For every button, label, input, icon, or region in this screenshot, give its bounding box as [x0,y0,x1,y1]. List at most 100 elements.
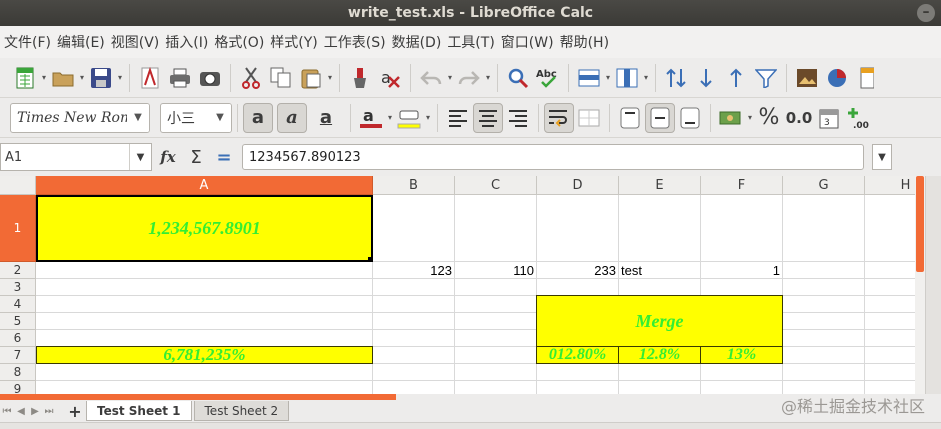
align-left-button[interactable] [443,103,473,133]
bold-button[interactable]: a [243,102,273,133]
row-header-2[interactable]: 2 [0,262,36,279]
save-dropdown-icon[interactable]: ▾ [116,63,124,93]
cell-c2[interactable]: 110 [455,262,536,278]
align-right-button[interactable] [503,103,533,133]
open-button[interactable] [48,63,78,93]
percent-format-button[interactable]: % [754,103,784,133]
expand-formula-button[interactable]: ▼ [872,144,892,170]
column-header-d[interactable]: D [537,176,619,195]
underline-button[interactable]: a [311,103,341,133]
menu-styles[interactable]: 样式(Y) [270,32,323,52]
column-header-e[interactable]: E [619,176,701,195]
cell-e2[interactable]: test [619,262,700,278]
column-header-g[interactable]: G [783,176,865,195]
currency-format-button[interactable] [716,103,746,133]
cell-f7[interactable]: 13% [700,346,783,364]
sheet-tab-test-sheet-2[interactable]: Test Sheet 2 [193,401,290,421]
menu-insert[interactable]: 插入(I) [165,32,214,52]
autofilter-button[interactable] [751,63,781,93]
print-preview-button[interactable] [195,63,225,93]
menu-window[interactable]: 窗口(W) [501,32,560,52]
redo-button[interactable] [454,63,484,93]
align-top-button[interactable] [615,103,645,133]
row-header-1[interactable]: 1 [0,195,36,262]
formula-input[interactable]: 1234567.890123 [242,144,864,170]
column-header-h[interactable]: H [865,176,915,195]
merge-cells-button[interactable] [574,103,604,133]
sum-button[interactable]: Σ [184,143,208,171]
cell-d7[interactable]: 012.80% [536,346,619,364]
minimize-button[interactable]: – [911,2,941,24]
row-header-7[interactable]: 7 [0,347,36,364]
row-header-8[interactable]: 8 [0,364,36,381]
first-sheet-icon[interactable]: ⏮ [0,406,14,417]
sheet-tab-test-sheet-1[interactable]: Test Sheet 1 [86,401,192,421]
print-button[interactable] [165,63,195,93]
row-header-5[interactable]: 5 [0,313,36,330]
row-header-9[interactable]: 9 [0,381,36,394]
add-decimal-button[interactable]: .00 [844,103,874,133]
column-header-b[interactable]: B [373,176,455,195]
menu-tools[interactable]: 工具(T) [447,32,500,52]
highlight-dropdown-icon[interactable]: ▾ [424,103,432,133]
paste-dropdown-icon[interactable]: ▾ [326,63,334,93]
cell-d2[interactable]: 233 [537,262,618,278]
cell-e7[interactable]: 12.8% [618,346,701,364]
column-header-c[interactable]: C [455,176,537,195]
column-header-f[interactable]: F [701,176,783,195]
column-dropdown-icon[interactable]: ▾ [642,63,650,93]
spreadsheet-grid[interactable]: A B C D E F G H 1 2 3 4 5 6 7 8 9 1,234,… [0,176,915,394]
sidebar-deck[interactable] [925,176,941,394]
cut-button[interactable] [236,63,266,93]
cell-a7[interactable]: 6,781,235% [36,346,373,364]
menu-edit[interactable]: 编辑(E) [57,32,111,52]
column-button[interactable] [612,63,642,93]
currency-dropdown-icon[interactable]: ▾ [746,103,754,133]
select-all-corner[interactable] [0,176,36,195]
cell-f2[interactable]: 1 [701,262,782,278]
open-dropdown-icon[interactable]: ▾ [78,63,86,93]
scrollbar-thumb[interactable] [916,176,924,272]
undo-dropdown-icon[interactable]: ▾ [446,63,454,93]
sort-button[interactable] [661,63,691,93]
function-wizard-button[interactable]: fx [156,143,180,171]
clear-formatting-button[interactable]: a [375,63,405,93]
cell-a1[interactable]: 1,234,567.8901 [36,195,373,262]
row-dropdown-icon[interactable]: ▾ [604,63,612,93]
row-header-6[interactable]: 6 [0,330,36,347]
highlight-button[interactable] [394,103,424,133]
cell-b2[interactable]: 123 [373,262,454,278]
font-size-select[interactable]: 小三 ▼ [160,102,232,133]
font-color-button[interactable]: a [356,103,386,133]
menu-data[interactable]: 数据(D) [392,32,448,52]
clone-formatting-button[interactable] [345,63,375,93]
redo-dropdown-icon[interactable]: ▾ [484,63,492,93]
previous-sheet-icon[interactable]: ◀ [14,406,28,417]
insert-image-button[interactable] [792,63,822,93]
next-sheet-icon[interactable]: ▶ [28,406,42,417]
row-header-4[interactable]: 4 [0,296,36,313]
row-header-3[interactable]: 3 [0,279,36,296]
save-button[interactable] [86,63,116,93]
menu-help[interactable]: 帮助(H) [560,32,615,52]
paste-button[interactable] [296,63,326,93]
number-format-button[interactable]: 0.0 [784,103,814,133]
spelling-button[interactable]: Abc [533,63,563,93]
merged-cell-d4-f6[interactable]: Merge [536,295,783,347]
name-box[interactable]: A1 ▼ [0,143,152,171]
sort-ascending-button[interactable] [721,63,751,93]
align-middle-button[interactable] [645,102,675,133]
menu-sheet[interactable]: 工作表(S) [324,32,392,52]
vertical-scrollbar[interactable] [915,176,925,394]
pivot-table-button[interactable] [852,63,882,93]
font-name-select[interactable]: Times New Roman ▼ [10,102,150,133]
menu-file[interactable]: 文件(F) [4,32,57,52]
menu-format[interactable]: 格式(O) [214,32,270,52]
add-sheet-button[interactable]: + [64,402,86,421]
insert-chart-button[interactable] [822,63,852,93]
menu-view[interactable]: 视图(V) [111,32,166,52]
formula-button[interactable]: = [212,143,236,171]
undo-button[interactable] [416,63,446,93]
sort-descending-button[interactable] [691,63,721,93]
find-replace-button[interactable] [503,63,533,93]
